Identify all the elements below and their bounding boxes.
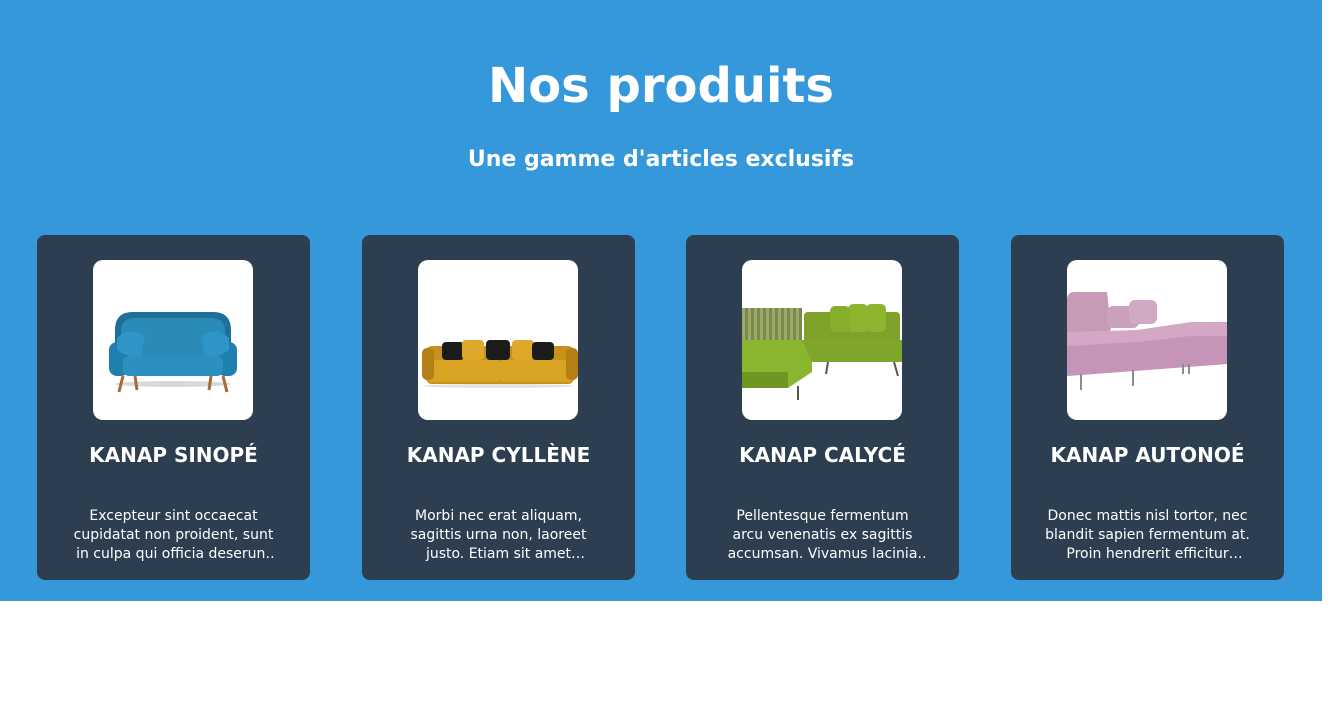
product-description: Morbi nec erat aliquam, sagittis urna no… — [410, 508, 587, 562]
product-name: Kanap Autonoé — [1050, 443, 1245, 467]
section-title: Nos produits — [488, 58, 834, 114]
product-description: Pellentesque fermentum arcu venenatis ex… — [727, 508, 918, 562]
product-name: Kanap Calycé — [739, 443, 906, 467]
product-description: Excepteur sint occaecat cupidatat non pr… — [73, 508, 274, 562]
product-image — [742, 260, 902, 420]
product-name: Kanap Cyllène — [406, 443, 591, 467]
pink-sofa-image — [1067, 292, 1227, 390]
product-card-kanap-calyce[interactable]: Kanap Calycé Pellentesque fermentum arcu… — [686, 235, 959, 580]
product-card-kanap-autonoe[interactable]: Kanap Autonoé Donec mattis nisl tortor, … — [1011, 235, 1284, 580]
product-name: Kanap Sinopé — [89, 443, 258, 467]
yellow-sofa-image — [422, 340, 578, 388]
blue-sofa-image — [109, 312, 237, 393]
green-corner-sofa-image — [742, 304, 902, 400]
product-card-kanap-cyllene[interactable]: Kanap Cyllène Morbi nec erat aliquam, sa… — [362, 235, 635, 580]
product-image — [418, 260, 578, 420]
product-description: Donec mattis nisl tortor, nec blandit sa… — [1045, 508, 1250, 562]
product-image — [93, 260, 253, 420]
product-image — [1067, 260, 1227, 420]
products-section: Nos produits Une gamme d'articles exclus… — [0, 0, 1322, 601]
section-subtitle: Une gamme d'articles exclusifs — [467, 147, 855, 172]
product-card-kanap-sinope[interactable]: Kanap Sinopé Excepteur sint occaecat cup… — [37, 235, 310, 580]
